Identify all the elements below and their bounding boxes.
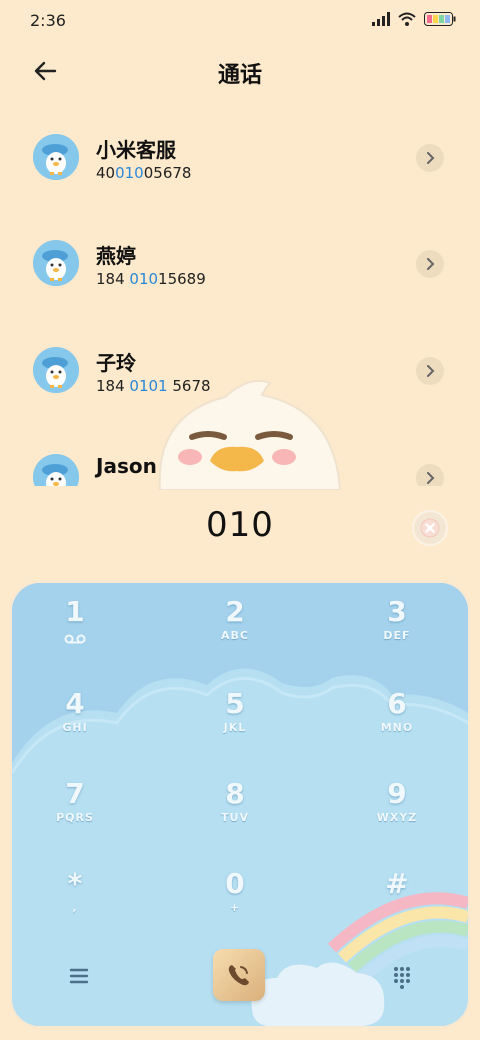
key-4[interactable]: 4 GHI: [20, 687, 130, 767]
delete-button[interactable]: [412, 510, 448, 546]
status-bar: 2:36: [0, 0, 480, 40]
contact-name: 燕婷: [96, 244, 136, 268]
avatar: [33, 454, 79, 486]
key-6[interactable]: 6 MNO: [342, 687, 452, 767]
status-icons: [372, 12, 456, 26]
header: 通话: [0, 48, 480, 92]
dialed-number: 010: [206, 505, 274, 545]
contact-detail-button[interactable]: [416, 144, 444, 172]
contact-name: 小米客服: [96, 138, 176, 162]
call-button[interactable]: [213, 949, 265, 1001]
contact-detail-button[interactable]: [416, 250, 444, 278]
keypad: 1 2 ABC 3 DEF 4 GHI 5 JKL 6 MNO 7 PQRS 8…: [12, 583, 468, 1026]
key-hash[interactable]: #: [342, 867, 452, 947]
chevron-right-icon: [427, 152, 435, 164]
key-2[interactable]: 2 ABC: [180, 595, 290, 675]
avatar: [33, 134, 79, 180]
key-0[interactable]: 0 +: [180, 867, 290, 947]
menu-icon: [69, 968, 89, 984]
battery-icon: [424, 12, 456, 26]
key-9[interactable]: 9 WXYZ: [342, 777, 452, 857]
page-title: 通话: [217, 63, 262, 88]
voicemail-icon: [64, 634, 86, 644]
key-7[interactable]: 7 PQRS: [20, 777, 130, 857]
menu-button[interactable]: [64, 961, 94, 991]
phone-icon: [228, 965, 249, 986]
contact-name: 子玲: [96, 351, 136, 375]
duck-mascot-illustration: [150, 375, 345, 491]
contact-detail-button[interactable]: [416, 464, 444, 486]
contact-detail-button[interactable]: [416, 357, 444, 385]
plus-sign: +: [229, 901, 241, 914]
key-1[interactable]: 1: [20, 595, 130, 675]
chevron-right-icon: [427, 472, 435, 484]
key-8[interactable]: 8 TUV: [180, 777, 290, 857]
contact-number: 4001005678: [96, 164, 192, 182]
wifi-icon: [398, 12, 416, 26]
key-star[interactable]: * ,: [20, 867, 130, 947]
backspace-icon: [420, 518, 440, 538]
contact-number: 184 01015689: [96, 270, 206, 288]
contact-name: Jason: [96, 454, 157, 478]
status-time: 2:36: [30, 11, 66, 30]
dialpad-toggle-button[interactable]: [387, 961, 417, 991]
chevron-right-icon: [427, 365, 435, 377]
contact-item[interactable]: 燕婷 184 01015689: [0, 210, 480, 316]
key-5[interactable]: 5 JKL: [180, 687, 290, 767]
avatar: [33, 240, 79, 286]
key-3[interactable]: 3 DEF: [342, 595, 452, 675]
signal-icon: [372, 12, 390, 26]
chevron-right-icon: [427, 258, 435, 270]
pause-comma: ,: [72, 901, 78, 914]
avatar: [33, 347, 79, 393]
dialpad-icon: [394, 967, 410, 989]
contact-item[interactable]: 小米客服 4001005678: [0, 104, 480, 210]
